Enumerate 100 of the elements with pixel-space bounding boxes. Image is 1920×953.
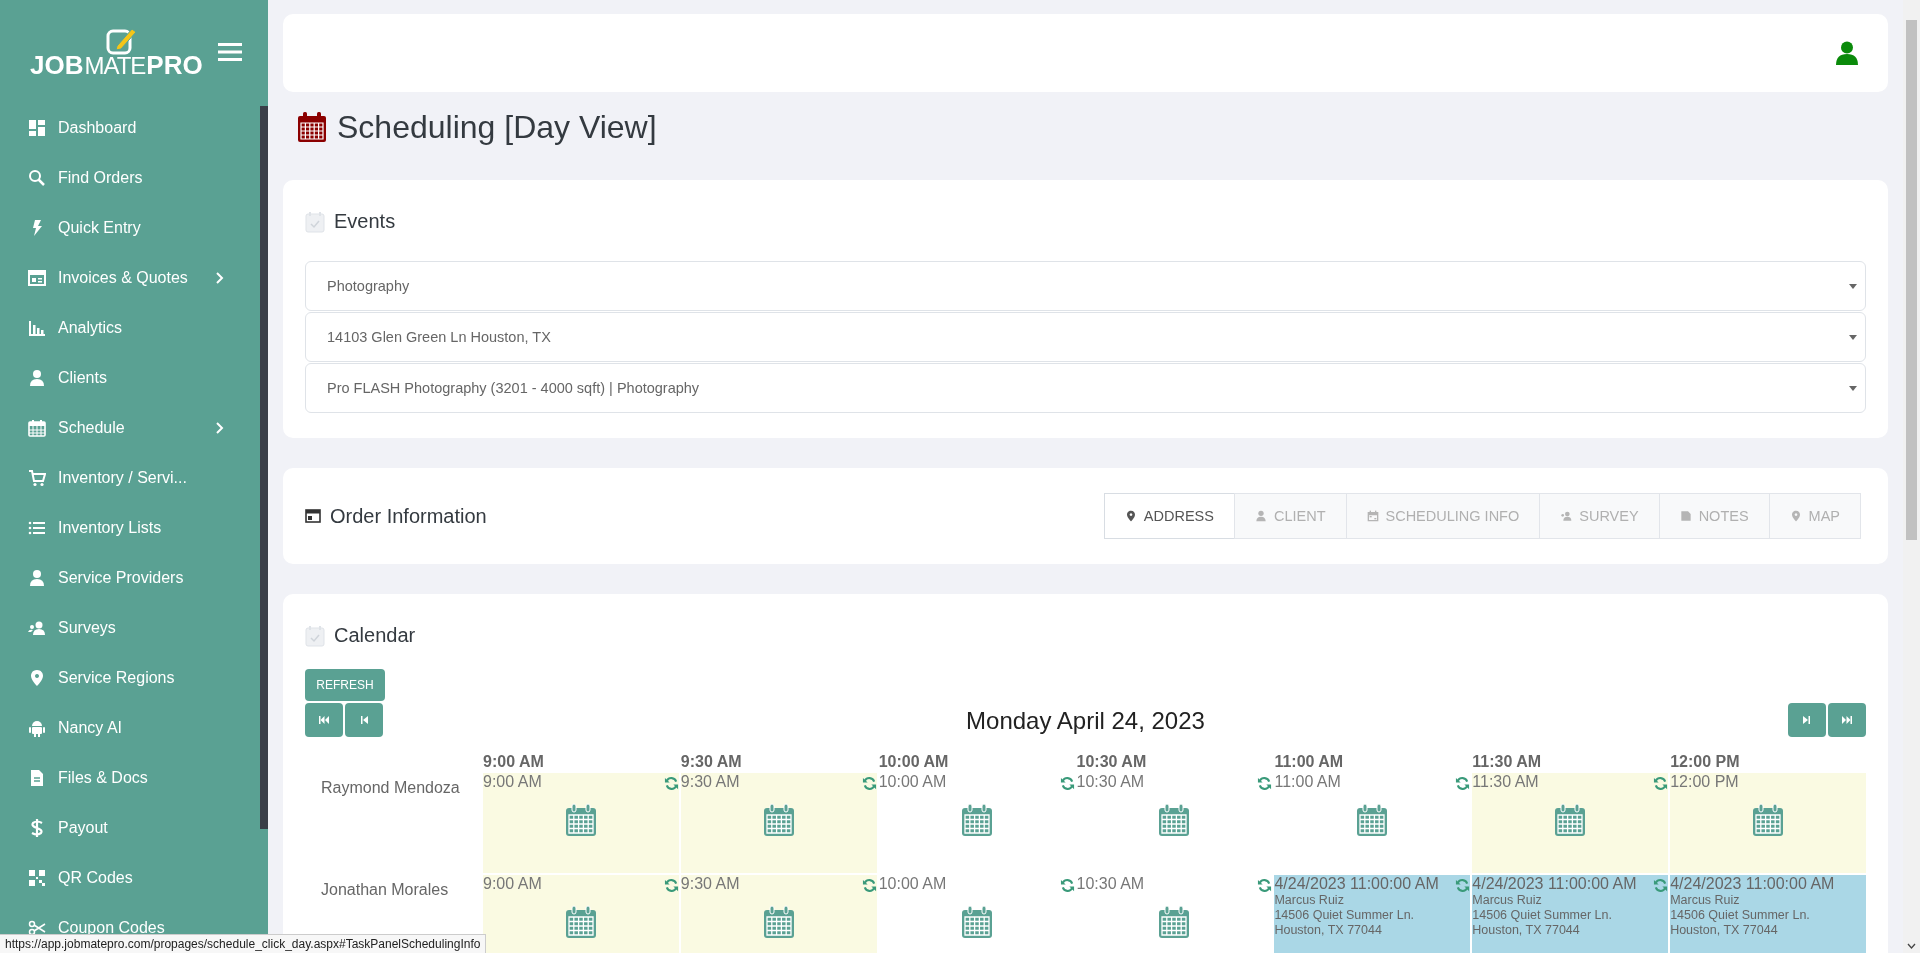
- calendar-icon: [960, 803, 993, 837]
- tab[interactable]: SCHEDULING INFO: [1345, 493, 1541, 539]
- column-header: 9:30 AM: [680, 753, 742, 770]
- section-title: Calendar: [334, 624, 416, 647]
- time-slot[interactable]: 4/24/2023 11:00:00 AM Marcus Ruiz 14506 Quiet Summer Ln. Houston, TX 77044: [1670, 875, 1866, 953]
- sidebar-item[interactable]: Inventory Lists: [0, 503, 260, 553]
- refresh-icon[interactable]: [861, 776, 877, 791]
- dropdown-field[interactable]: Photography: [305, 261, 1866, 311]
- chevron-right-icon: [216, 272, 224, 284]
- dropdown-field[interactable]: 14103 Glen Green Ln Houston, TX: [305, 312, 1866, 362]
- users-icon: [1560, 510, 1573, 522]
- column-header: 10:30 AM: [1076, 753, 1147, 770]
- calendar-icon: [564, 803, 597, 837]
- refresh-icon[interactable]: [1257, 776, 1273, 791]
- user-icon[interactable]: [1836, 41, 1858, 65]
- previous-button[interactable]: [345, 703, 383, 737]
- tab[interactable]: NOTES: [1658, 493, 1770, 539]
- dropdown-field[interactable]: Pro FLASH Photography (3201 - 4000 sqft) | Photography: [305, 363, 1866, 413]
- column-header: 9:00 AM: [483, 753, 544, 770]
- dollar-icon: [28, 819, 46, 837]
- page-title: Scheduling [Day View]: [337, 108, 657, 146]
- logo-text: JOB: [30, 51, 84, 78]
- time-slot[interactable]: 9:00 AM: [483, 875, 679, 953]
- user-icon: [28, 369, 46, 387]
- sidebar-item[interactable]: QR Codes: [0, 853, 260, 903]
- time-slot[interactable]: 9:00 AM: [483, 773, 679, 873]
- sidebar-item[interactable]: Service Regions: [0, 653, 260, 703]
- calendar-icon: [297, 111, 327, 143]
- section-title: Events: [334, 210, 396, 233]
- last-page-button[interactable]: [1828, 703, 1866, 737]
- refresh-icon[interactable]: [1653, 878, 1669, 893]
- list-icon: [28, 519, 46, 537]
- time-slot[interactable]: 12:00 PM: [1670, 773, 1866, 873]
- sidebar-item[interactable]: Find Orders: [0, 153, 260, 203]
- scrollbar-thumb[interactable]: [260, 106, 268, 829]
- menu-icon[interactable]: [218, 42, 242, 61]
- pin-icon: [1789, 510, 1802, 522]
- caret-icon: [1849, 334, 1857, 340]
- sidebar-item[interactable]: Inventory / Servi...: [0, 453, 260, 503]
- sidebar-item[interactable]: Schedule: [0, 403, 260, 453]
- calendar-date: Monday April 24, 2023: [966, 707, 1205, 736]
- tab[interactable]: ADDRESS: [1103, 493, 1235, 539]
- sidebar-item[interactable]: Surveys: [0, 603, 260, 653]
- calendar-icon: [28, 419, 46, 437]
- refresh-icon[interactable]: [1059, 878, 1075, 893]
- time-slot[interactable]: 4/24/2023 11:00:00 AM Marcus Ruiz 14506 Quiet Summer Ln. Houston, TX 77044: [1274, 875, 1471, 953]
- scrollbar-thumb[interactable]: [1906, 20, 1917, 540]
- sidebar-item[interactable]: Nancy AI: [0, 703, 260, 753]
- calendar-icon: [1158, 905, 1191, 939]
- sidebar-item[interactable]: Payout: [0, 803, 260, 853]
- provider-name: Raymond Mendoza: [321, 779, 460, 796]
- first-page-button[interactable]: [305, 703, 343, 737]
- logo-text: MATE: [84, 53, 146, 78]
- pin-icon: [1124, 510, 1137, 522]
- sidebar-item[interactable]: Invoices & Quotes: [0, 253, 260, 303]
- refresh-icon[interactable]: [1257, 878, 1273, 893]
- tab[interactable]: CLIENT: [1233, 493, 1347, 539]
- sidebar-item[interactable]: Dashboard: [0, 103, 260, 153]
- scroll-down-icon[interactable]: [1907, 943, 1916, 949]
- time-slot[interactable]: 9:30 AM: [680, 773, 877, 873]
- column-header: 11:00 AM: [1274, 753, 1344, 770]
- refresh-icon[interactable]: [663, 776, 679, 791]
- refresh-icon[interactable]: [1455, 776, 1471, 791]
- tab[interactable]: SURVEY: [1539, 493, 1660, 539]
- sidebar-item[interactable]: Clients: [0, 353, 260, 403]
- tab[interactable]: MAP: [1768, 493, 1861, 539]
- section-title: Order Information: [330, 504, 487, 528]
- sidebar-item[interactable]: Quick Entry: [0, 203, 260, 253]
- refresh-icon[interactable]: [1653, 776, 1669, 791]
- time-slot[interactable]: 11:30 AM: [1472, 773, 1669, 873]
- logo-text: PRO: [146, 51, 203, 78]
- skip-forward-icon: [1842, 716, 1852, 724]
- sidebar-item[interactable]: Service Providers: [0, 553, 260, 603]
- refresh-icon[interactable]: [861, 878, 877, 893]
- refresh-icon[interactable]: [663, 878, 679, 893]
- chevron-right-icon: [216, 422, 224, 434]
- column-header: 12:00 PM: [1670, 753, 1740, 770]
- calendar-icon: [1752, 803, 1785, 837]
- chart-icon: [28, 319, 46, 337]
- calendar-icon: [564, 905, 597, 939]
- refresh-button[interactable]: REFRESH: [305, 669, 385, 701]
- step-back-icon: [360, 716, 368, 724]
- calendar-check-icon: [305, 210, 325, 233]
- android-icon: [28, 719, 46, 737]
- search-icon: [28, 169, 46, 187]
- column-header: 10:00 AM: [878, 753, 949, 770]
- refresh-icon[interactable]: [1059, 776, 1075, 791]
- sidebar-item[interactable]: Files & Docs: [0, 753, 260, 803]
- next-button[interactable]: [1788, 703, 1826, 737]
- url-tooltip: https://app.jobmatepro.com/propages/schedule_click_day.aspx#TaskPanelSchedulingInfo: [0, 934, 487, 953]
- calendar-check-icon: [305, 624, 325, 647]
- sidebar-item[interactable]: Analytics: [0, 303, 260, 353]
- calendar-icon: [960, 905, 993, 939]
- step-forward-icon: [1803, 716, 1811, 724]
- time-slot[interactable]: 9:30 AM: [680, 875, 877, 953]
- calendar-icon: [1554, 803, 1587, 837]
- skip-back-icon: [319, 716, 329, 724]
- time-slot[interactable]: 4/24/2023 11:00:00 AM Marcus Ruiz 14506 Quiet Summer Ln. Houston, TX 77044: [1472, 875, 1669, 953]
- pin-icon: [28, 669, 46, 687]
- refresh-icon[interactable]: [1455, 878, 1471, 893]
